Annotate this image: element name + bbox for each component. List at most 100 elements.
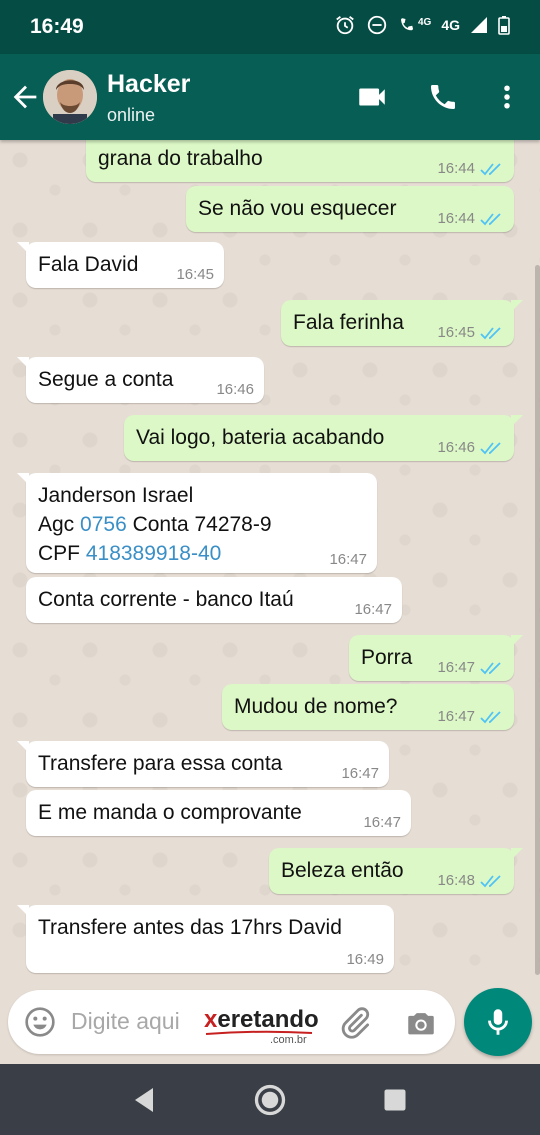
message-outgoing[interactable]: Porra 16:47 [349, 635, 523, 681]
more-vert-icon [504, 85, 510, 109]
camera-icon[interactable] [404, 1006, 438, 1040]
bubble-tail [17, 357, 29, 369]
network-type: 4G [441, 17, 460, 33]
account-cpf-line: CPF 418389918-40 [38, 539, 365, 568]
message-time: 16:45 [176, 266, 214, 283]
alarm-icon [336, 16, 354, 35]
message-text: Beleza então [281, 859, 404, 882]
account-agency-line: Agc 0756 Conta 74278-9 [38, 510, 365, 539]
message-incoming[interactable]: Transfere antes das 17hrs David 16:49 [17, 905, 394, 973]
more-options-button[interactable] [488, 78, 526, 116]
message-outgoing[interactable]: Fala ferinha 16:45 [281, 300, 523, 346]
message-incoming[interactable]: Transfere para essa conta 16:47 [17, 741, 389, 787]
message-incoming[interactable]: Segue a conta 16:46 [17, 357, 264, 403]
watermark-text: eretando [217, 1006, 319, 1033]
double-tick-icon [480, 710, 501, 723]
video-call-button[interactable] [353, 78, 391, 116]
message-meta: 16:44 [437, 211, 504, 226]
message-input-box[interactable]: Digite aqui xeretando .com.br [8, 990, 455, 1054]
network-type-small: 4G [417, 16, 432, 28]
contact-name[interactable]: Hacker [107, 70, 190, 99]
status-bar: 16:49 4G 4G [0, 0, 540, 54]
message-meta: 16:47 [341, 766, 379, 781]
message-meta: 16:47 [354, 602, 392, 617]
double-tick-icon [480, 441, 501, 454]
message-time: 16:46 [437, 439, 475, 456]
bubble-tail [17, 242, 29, 254]
message-time: 16:49 [346, 951, 384, 968]
phone-icon [431, 85, 455, 109]
avatar[interactable] [43, 70, 97, 124]
bubble-tail [511, 415, 523, 427]
emoji-icon[interactable] [24, 1006, 56, 1038]
video-call-icon [359, 88, 385, 106]
voice-message-button[interactable] [464, 988, 532, 1056]
message-time: 16:47 [437, 659, 475, 676]
message-input-placeholder[interactable]: Digite aqui [71, 1008, 180, 1035]
message-meta: 16:46 [437, 440, 504, 455]
message-time: 16:47 [363, 814, 401, 831]
back-arrow-icon[interactable] [8, 80, 42, 114]
bubble-tail [17, 905, 29, 917]
message-meta: 16:47 [329, 552, 367, 567]
message-text: Transfere antes das 17hrs David [38, 916, 342, 939]
watermark-logo: xeretando .com.br [204, 1006, 319, 1046]
message-text: Porra [361, 646, 413, 669]
message-composer: Digite aqui xeretando .com.br [0, 982, 540, 1064]
bubble-tail [17, 741, 29, 753]
message-outgoing[interactable]: Vai logo, bateria acabando 16:46 [124, 415, 523, 461]
nav-recents-icon[interactable] [377, 1082, 413, 1118]
message-time: 16:44 [437, 160, 475, 177]
message-text: Transfere para essa conta [38, 752, 283, 775]
message-time: 16:47 [437, 708, 475, 725]
message-text: Se não vou esquecer [198, 197, 397, 220]
message-incoming[interactable]: E me manda o comprovante 16:47 [26, 790, 411, 836]
message-incoming[interactable]: Conta corrente - banco Itaú 16:47 [26, 577, 402, 623]
system-navigation-bar [0, 1064, 540, 1135]
message-time: 16:45 [437, 324, 475, 341]
chat-scrollbar[interactable] [535, 265, 540, 975]
message-meta: 16:46 [216, 382, 254, 397]
double-tick-icon [480, 212, 501, 225]
cpf-number-link[interactable]: 418389918-40 [86, 542, 221, 565]
message-outgoing[interactable]: Mudou de nome? 16:47 [222, 684, 514, 730]
message-text: Mudou de nome? [234, 695, 398, 718]
message-outgoing[interactable]: grana do trabalho 16:44 [86, 140, 514, 182]
volte-call-icon [400, 18, 413, 31]
agency-label: Agc [38, 513, 81, 536]
watermark-x: x [204, 1006, 218, 1033]
watermark-domain: .com.br [270, 1034, 307, 1046]
message-meta: 16:47 [437, 709, 504, 724]
message-meta: 16:45 [176, 267, 214, 282]
account-number-text: Conta 74278-9 [126, 513, 272, 536]
status-icons: 4G 4G [334, 14, 510, 36]
chat-header: Hacker online [0, 54, 540, 140]
message-time: 16:46 [216, 381, 254, 398]
message-text: Conta corrente - banco Itaú [38, 588, 294, 611]
battery-icon [498, 16, 510, 35]
double-tick-icon [480, 326, 501, 339]
mic-icon [488, 1009, 508, 1035]
voice-call-button[interactable] [424, 78, 462, 116]
message-text: E me manda o comprovante [38, 801, 302, 824]
message-outgoing[interactable]: Se não vou esquecer 16:44 [186, 186, 514, 232]
status-time: 16:49 [30, 15, 84, 38]
nav-home-icon[interactable] [252, 1082, 288, 1118]
message-incoming-account-details[interactable]: Janderson Israel Agc 0756 Conta 74278-9 … [17, 473, 377, 573]
message-meta: 16:45 [437, 325, 504, 340]
double-tick-icon [480, 661, 501, 674]
message-outgoing[interactable]: Beleza então 16:48 [269, 848, 523, 894]
chat-area[interactable]: grana do trabalho 16:44 Se não vou esque… [0, 140, 540, 982]
cpf-label: CPF [38, 542, 86, 565]
message-text: Fala ferinha [293, 311, 404, 334]
message-text: Fala David [38, 253, 139, 276]
message-meta: 16:47 [437, 660, 504, 675]
agency-number-link[interactable]: 0756 [80, 513, 127, 536]
contact-status: online [107, 105, 156, 125]
message-incoming[interactable]: Fala David 16:45 [17, 242, 224, 288]
message-time: 16:47 [341, 765, 379, 782]
double-tick-icon [480, 162, 501, 175]
message-time: 16:44 [437, 210, 475, 227]
attach-icon[interactable] [338, 1006, 372, 1040]
nav-back-icon[interactable] [126, 1082, 162, 1118]
